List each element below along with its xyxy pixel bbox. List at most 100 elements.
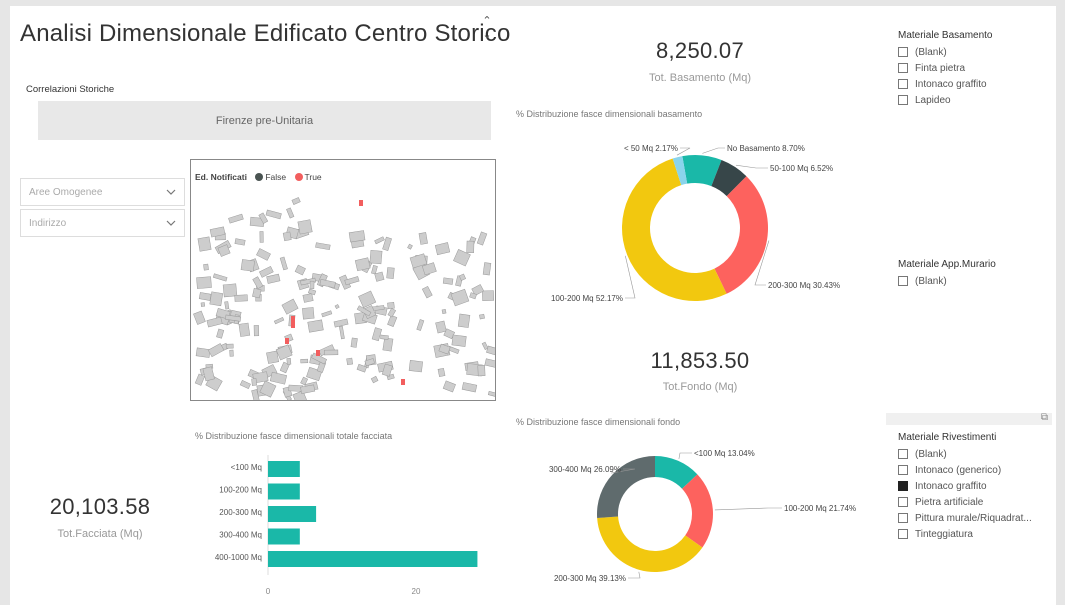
- page-scroll-control[interactable]: ⌃ ⌄: [480, 14, 494, 48]
- building-footprint: [239, 379, 251, 390]
- leader-line: [678, 452, 692, 460]
- checkbox[interactable]: [898, 63, 908, 73]
- indirizzo-dropdown[interactable]: Indirizzo: [20, 209, 185, 237]
- donut-slice[interactable]: [714, 176, 768, 294]
- checkbox[interactable]: [898, 513, 908, 523]
- leader-line: [676, 147, 691, 156]
- map-visual[interactable]: Ed. Notificati False True: [190, 159, 496, 401]
- building-footprint: [435, 320, 447, 334]
- map-legend: Ed. Notificati False True: [195, 172, 322, 182]
- building-footprint: [209, 291, 224, 307]
- building-footprint: [281, 298, 299, 315]
- aree-omogenee-placeholder: Aree Omogenee: [29, 186, 103, 198]
- slicer-basamento-item[interactable]: Intonaco graffito: [898, 76, 1053, 92]
- slicer-basamento-item[interactable]: Lapideo: [898, 92, 1053, 108]
- aree-omogenee-dropdown[interactable]: Aree Omogenee: [20, 178, 185, 206]
- slicer-basamento-item[interactable]: (Blank): [898, 44, 1053, 60]
- building-footprint: [370, 375, 379, 384]
- slicer-rivestimenti-item-label: Pietra artificiale: [915, 496, 984, 508]
- bar[interactable]: [268, 506, 317, 522]
- basamento-donut-chart[interactable]: No Basamento 8.70% 50-100 Mq 6.52% 200-300…: [530, 121, 870, 316]
- building-footprint: [196, 276, 212, 289]
- building-footprint: [266, 273, 281, 284]
- fondo-donut-chart[interactable]: <100 Mq 13.04% 100-200 Mq 21.74% 200-300 M…: [530, 431, 870, 591]
- building-footprint: [358, 290, 377, 309]
- slicer-rivestimenti-item[interactable]: (Blank): [898, 446, 1053, 462]
- slicer-rivestimenti-item[interactable]: Pittura murale/Riquadrat...: [898, 510, 1053, 526]
- checkbox[interactable]: [898, 79, 908, 89]
- slicer-murario-item-label: (Blank): [915, 275, 947, 287]
- building-footprint: [450, 288, 470, 307]
- building-footprint: [339, 325, 345, 340]
- bar[interactable]: [268, 461, 300, 477]
- building-footprint: [418, 232, 428, 245]
- donut-slice[interactable]: [597, 516, 703, 572]
- slicer-rivestimenti-item[interactable]: Intonaco (generico): [898, 462, 1053, 478]
- slicer-rivestimenti-item[interactable]: Intonaco graffito: [898, 478, 1053, 494]
- notified-building: [359, 200, 363, 206]
- building-footprint: [479, 313, 485, 320]
- leader-line: [628, 571, 641, 579]
- building-footprint: [321, 310, 333, 318]
- building-footprint: [222, 283, 238, 298]
- building-footprint: [240, 259, 255, 272]
- building-footprint: [193, 310, 206, 325]
- slicer-materiale-murario: Materiale App.Murario (Blank): [898, 259, 1053, 289]
- building-footprint: [251, 378, 258, 386]
- slicer-basamento-list: (Blank) Finta pietra Intonaco graffito Lapi…: [898, 44, 1053, 108]
- checkbox[interactable]: [898, 529, 908, 539]
- bar-category-label: 200-300 Mq: [219, 508, 262, 517]
- notified-building: [316, 350, 320, 356]
- checkbox[interactable]: [898, 449, 908, 459]
- bar[interactable]: [268, 528, 300, 545]
- slicer-rivestimenti-item-label: Intonaco graffito: [915, 480, 987, 492]
- checkbox[interactable]: [898, 497, 908, 507]
- building-footprint: [225, 343, 234, 349]
- checkbox[interactable]: [898, 47, 908, 57]
- chevron-down-icon[interactable]: ⌄: [480, 28, 494, 42]
- slicer-materiale-basamento: Materiale Basamento (Blank) Finta pietra I…: [898, 30, 1053, 108]
- facciata-bar-chart[interactable]: <100 Mq 100-200 Mq 200-300 Mq 300-400 Mq 400…: [185, 453, 495, 598]
- kpi-basamento-label: Tot. Basamento (Mq): [648, 72, 752, 84]
- slicer-murario-list: (Blank): [898, 273, 1053, 289]
- notified-building: [285, 338, 289, 344]
- building-footprint: [333, 318, 349, 328]
- building-footprint: [256, 248, 271, 261]
- bar[interactable]: [268, 551, 478, 567]
- building-footprint: [259, 231, 264, 243]
- bar[interactable]: [268, 483, 300, 500]
- building-footprint: [253, 325, 260, 337]
- slicer-murario-item[interactable]: (Blank): [898, 273, 1053, 289]
- building-footprint: [374, 236, 385, 245]
- building-footprint: [386, 267, 395, 279]
- building-footprint: [228, 213, 244, 224]
- building-footprint: [442, 380, 456, 393]
- slicer-basamento-item-label: Finta pietra: [915, 62, 966, 74]
- building-footprint: [294, 264, 306, 276]
- x-tick-label: 20: [412, 587, 421, 596]
- kpi-facciata-value: 20,103.58: [49, 494, 151, 519]
- checkbox[interactable]: [898, 481, 908, 491]
- building-footprint: [307, 319, 324, 333]
- building-footprint: [323, 349, 339, 356]
- chevron-up-icon[interactable]: ⌃: [480, 14, 494, 28]
- building-footprint: [234, 238, 246, 246]
- slicer-rivestimenti-item-label: Intonaco (generico): [915, 464, 1002, 476]
- focus-mode-icon[interactable]: ⧉: [1041, 412, 1048, 423]
- building-footprint: [374, 271, 385, 282]
- legend-dot-false: [255, 173, 264, 181]
- building-footprint: [206, 316, 223, 328]
- building-footprint: [302, 307, 315, 320]
- slicer-rivestimenti-item[interactable]: Pietra artificiale: [898, 494, 1053, 510]
- slicer-basamento-item[interactable]: Finta pietra: [898, 60, 1053, 76]
- checkbox[interactable]: [898, 465, 908, 475]
- checkbox[interactable]: [898, 95, 908, 105]
- checkbox[interactable]: [898, 276, 908, 286]
- notified-building: [291, 316, 295, 322]
- firenze-pre-unitaria-button[interactable]: Firenze pre-Unitaria: [38, 101, 491, 140]
- building-footprint: [346, 357, 354, 366]
- building-footprint: [197, 236, 212, 252]
- chevron-down-icon: [166, 189, 176, 195]
- slicer-rivestimenti-item[interactable]: Tinteggiatura: [898, 526, 1053, 542]
- bar-category-label: <100 Mq: [231, 463, 262, 472]
